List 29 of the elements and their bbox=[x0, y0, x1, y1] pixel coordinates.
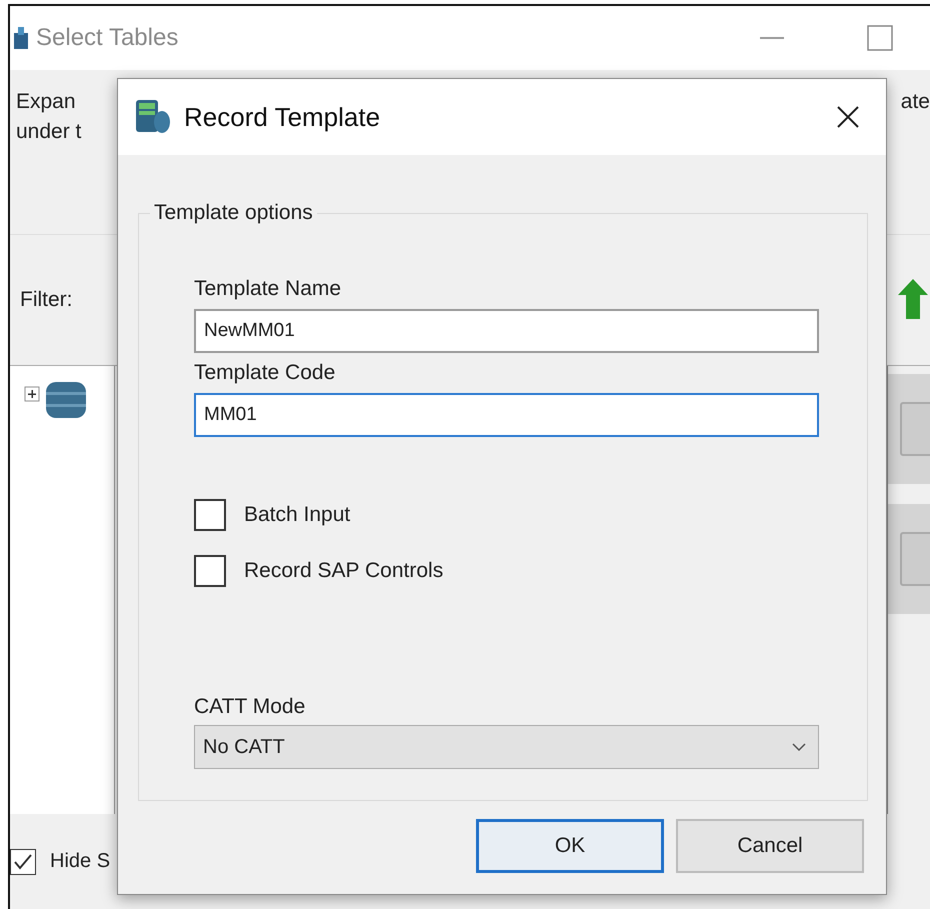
description-text: ate bbox=[900, 90, 930, 115]
input-field[interactable]: MM01 bbox=[194, 393, 819, 437]
minimize-icon bbox=[760, 36, 784, 40]
ok-button[interactable]: OK bbox=[476, 819, 664, 873]
input-field[interactable]: NewMM01 bbox=[194, 309, 819, 353]
checkbox-label: Record SAP Controls bbox=[244, 559, 444, 583]
cancel-button[interactable]: Cancel bbox=[676, 819, 864, 873]
window-title: Select Tables bbox=[36, 24, 178, 52]
checkbox[interactable] bbox=[194, 555, 226, 587]
description-text: under t bbox=[16, 120, 82, 144]
filter-label: Filter: bbox=[20, 288, 72, 312]
group-title: Template options bbox=[153, 201, 314, 225]
description-text: Expan bbox=[16, 90, 77, 114]
checkbox-label: Batch Input bbox=[244, 503, 350, 527]
table-icon bbox=[14, 27, 28, 49]
maximize-icon bbox=[867, 25, 893, 51]
chevron-icon bbox=[792, 743, 806, 751]
field-label: Template Name bbox=[194, 277, 342, 301]
checkbox[interactable] bbox=[10, 848, 36, 874]
database-icon bbox=[136, 100, 170, 134]
mode-dropdown[interactable]: No CATT bbox=[194, 725, 819, 769]
checkbox[interactable] bbox=[194, 499, 226, 531]
field-label: CATT Mode bbox=[194, 695, 306, 719]
up-arrow-icon[interactable] bbox=[898, 279, 928, 321]
checkbox-label: Hide S bbox=[50, 850, 110, 873]
field-label: Template Code bbox=[194, 361, 336, 385]
expand-icon[interactable] bbox=[24, 386, 40, 402]
dialog-title: Record Template bbox=[184, 102, 380, 132]
close-icon bbox=[836, 105, 860, 129]
